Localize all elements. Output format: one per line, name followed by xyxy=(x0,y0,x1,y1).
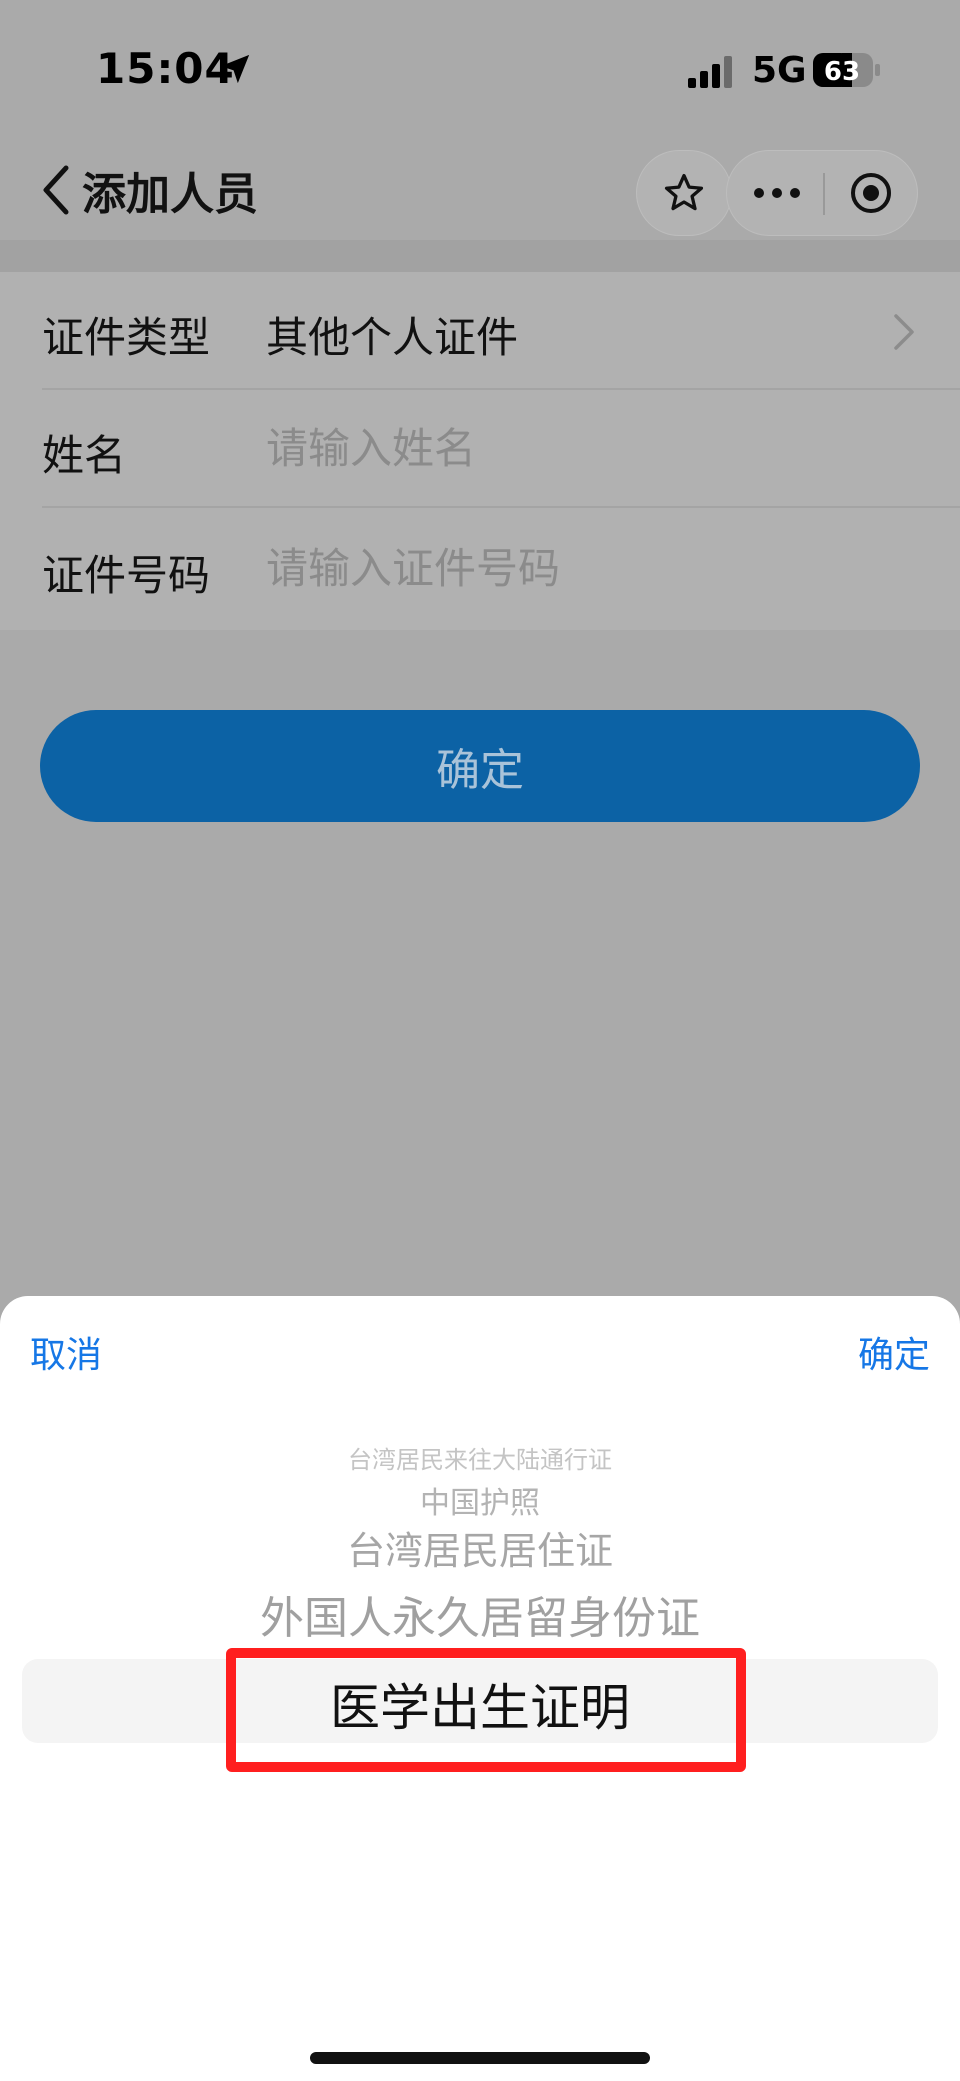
picker-option[interactable]: 台湾居民居住证 xyxy=(0,1520,960,1575)
id-type-row[interactable]: 证件类型 其他个人证件 xyxy=(0,272,960,390)
id-number-row: 证件号码 xyxy=(0,510,960,628)
chevron-right-icon xyxy=(894,314,914,350)
more-button[interactable] xyxy=(727,151,823,235)
favorite-button[interactable] xyxy=(636,150,732,236)
nav-bar: 添加人员 xyxy=(0,140,960,240)
name-label: 姓名 xyxy=(42,431,127,480)
cellular-signal-icon xyxy=(688,56,732,88)
more-dots-icon xyxy=(754,188,800,198)
picker-confirm-button[interactable]: 确定 xyxy=(858,1326,930,1378)
back-chevron-icon[interactable] xyxy=(38,160,74,220)
home-indicator xyxy=(310,2052,650,2064)
close-mini-program-button[interactable] xyxy=(825,151,917,235)
id-type-value: 其他个人证件 xyxy=(266,313,519,362)
highlight-box xyxy=(226,1648,746,1772)
row-divider xyxy=(42,506,960,508)
confirm-button[interactable]: 确定 xyxy=(40,710,920,822)
name-row: 姓名 xyxy=(0,390,960,508)
picker-option[interactable]: 外国人永久居留身份证 xyxy=(0,1582,960,1646)
target-circle-icon xyxy=(851,173,891,213)
mini-program-capsule xyxy=(726,150,918,236)
person-form: 证件类型 其他个人证件 姓名 证件号码 xyxy=(0,272,960,630)
status-time: 15:04 xyxy=(96,44,235,93)
page-title: 添加人员 xyxy=(82,169,258,220)
id-number-label: 证件号码 xyxy=(42,551,211,600)
name-input[interactable] xyxy=(266,416,906,480)
picker-cancel-button[interactable]: 取消 xyxy=(30,1326,102,1378)
id-type-label: 证件类型 xyxy=(42,313,211,362)
id-type-picker-sheet: 取消 确定 台湾居民来往大陆通行证 中国护照 台湾居民居住证 外国人永久居留身份… xyxy=(0,1296,960,2081)
id-number-input[interactable] xyxy=(266,536,906,600)
picker-option[interactable]: 台湾居民来往大陆通行证 xyxy=(0,1446,960,1475)
battery-icon: 63 xyxy=(813,53,880,87)
network-type: 5G xyxy=(752,50,807,91)
star-icon xyxy=(664,173,704,211)
status-bar: 15:04 5G 63 xyxy=(0,0,960,140)
picker-option[interactable]: 中国护照 xyxy=(0,1478,960,1522)
location-arrow-icon xyxy=(220,54,250,84)
section-gap xyxy=(0,240,960,272)
battery-level: 63 xyxy=(824,57,860,87)
